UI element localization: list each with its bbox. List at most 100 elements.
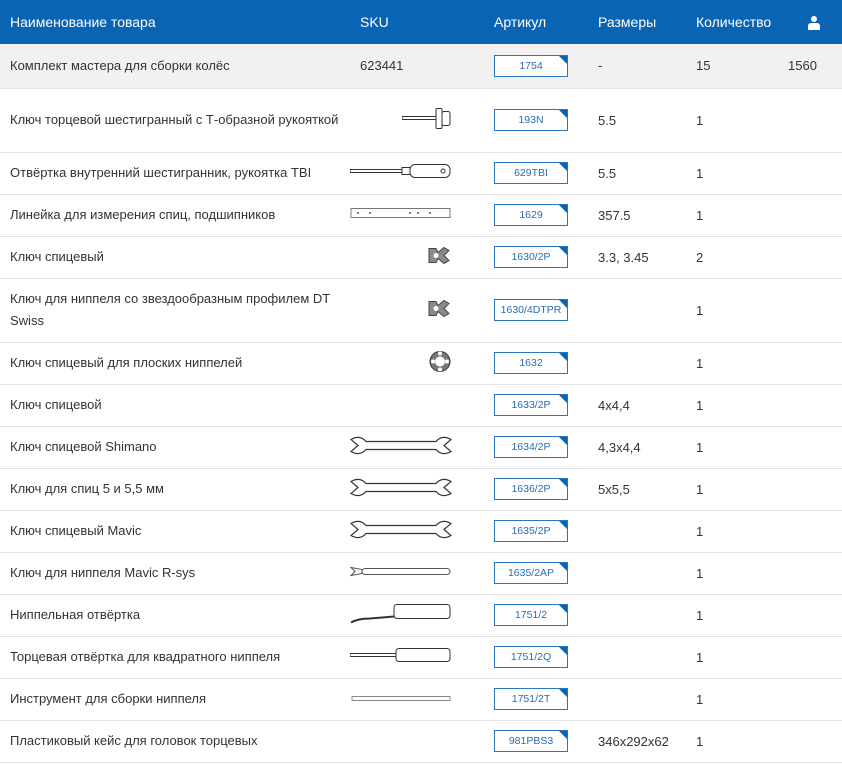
product-quantity: 1 bbox=[696, 733, 704, 749]
article-link[interactable]: 629TBI bbox=[494, 162, 568, 184]
product-article: 1635/2AP bbox=[484, 552, 588, 594]
corner-marker-icon bbox=[559, 605, 567, 613]
table-row: Ключ спицевый 1630/2P 3.3, 3.45 2 bbox=[0, 236, 842, 278]
product-quantity: 1 bbox=[696, 165, 704, 181]
corner-marker-icon bbox=[559, 395, 567, 403]
product-name: Ключ для ниппеля Mavic R-sys bbox=[10, 565, 196, 580]
product-name: Отвёртка внутренний шестигранник, рукоят… bbox=[10, 165, 312, 180]
product-size bbox=[588, 678, 686, 720]
article-code: 1636/2P bbox=[511, 483, 551, 495]
product-quantity: 1 bbox=[696, 565, 704, 581]
table-row: Ключ для ниппеля Mavic R-sys 1635/2AP 1 bbox=[0, 552, 842, 594]
corner-marker-icon bbox=[559, 300, 567, 308]
header-size[interactable]: Размеры bbox=[588, 0, 686, 44]
product-name: Линейка для измерения спиц, подшипников bbox=[10, 207, 276, 222]
thin-rod-icon bbox=[350, 692, 452, 707]
sku-value: 623441 bbox=[360, 58, 404, 74]
product-article: 1754 bbox=[484, 44, 588, 88]
product-sku bbox=[349, 636, 484, 678]
corner-marker-icon bbox=[559, 55, 567, 64]
article-link[interactable]: 1629 bbox=[494, 204, 568, 226]
product-quantity: 1 bbox=[696, 207, 704, 223]
header-sku[interactable]: SKU bbox=[350, 0, 484, 44]
product-sku bbox=[350, 384, 484, 426]
products-table: Наименование товара SKU Артикул Размеры … bbox=[0, 0, 842, 763]
product-article: 193N bbox=[484, 88, 588, 152]
table-row: Ключ спицевый для плоских ниппелей 1632 1 bbox=[0, 342, 842, 384]
product-sku bbox=[350, 278, 484, 342]
product-article: 981PBS3 bbox=[484, 720, 588, 762]
product-quantity: 1 bbox=[696, 481, 704, 497]
round-spoke-wrench-icon bbox=[428, 350, 452, 377]
product-name: Ключ спицевый для плоских ниппелей bbox=[10, 355, 243, 370]
article-link[interactable]: 1635/2AP bbox=[494, 562, 568, 584]
double-end-wrench-icon bbox=[349, 435, 453, 460]
article-link[interactable]: 981PBS3 bbox=[494, 730, 568, 752]
double-end-wrench-icon bbox=[349, 477, 453, 502]
article-code: 1635/2P bbox=[511, 525, 551, 537]
article-link[interactable]: 1634/2P bbox=[494, 436, 568, 458]
article-link[interactable]: 1751/2 bbox=[494, 604, 568, 626]
article-link[interactable]: 1635/2P bbox=[494, 520, 568, 542]
product-extra bbox=[786, 88, 842, 152]
header-article[interactable]: Артикул bbox=[484, 0, 588, 44]
article-link[interactable]: 1636/2P bbox=[494, 478, 568, 500]
product-extra bbox=[786, 552, 842, 594]
product-extra bbox=[786, 426, 842, 468]
product-article: 629TBI bbox=[484, 152, 588, 194]
product-article: 1634/2P bbox=[484, 426, 588, 468]
corner-marker-icon bbox=[559, 689, 567, 697]
corner-marker-icon bbox=[559, 205, 567, 213]
article-code: 1633/2P bbox=[511, 399, 551, 411]
product-article: 1751/2Q bbox=[484, 636, 588, 678]
product-size bbox=[588, 636, 686, 678]
table-row: Отвёртка внутренний шестигранник, рукоят… bbox=[0, 152, 842, 194]
article-link[interactable]: 1632 bbox=[494, 352, 568, 374]
product-name: Пластиковый кейс для головок торцевых bbox=[10, 733, 258, 748]
product-quantity: 1 bbox=[696, 691, 704, 707]
article-link[interactable]: 1751/2Q bbox=[494, 646, 568, 668]
product-name: Ключ торцевой шестигранный с Т-образной … bbox=[10, 112, 339, 127]
corner-marker-icon bbox=[559, 163, 567, 171]
hex-screwdriver-icon bbox=[349, 162, 452, 185]
product-size: 3.3, 3.45 bbox=[598, 249, 649, 265]
table-row: Ключ спицевой Shimano 1634/2P 4,3x4,4 1 bbox=[0, 426, 842, 468]
product-extra: 1560 bbox=[788, 58, 817, 74]
article-link[interactable]: 1630/2P bbox=[494, 246, 568, 268]
product-extra bbox=[786, 510, 842, 552]
product-sku bbox=[349, 152, 484, 194]
product-sku bbox=[350, 342, 484, 384]
header-quantity[interactable]: Количество bbox=[686, 0, 786, 44]
article-link[interactable]: 1630/4DTPR bbox=[494, 299, 568, 321]
article-link[interactable]: 1751/2T bbox=[494, 688, 568, 710]
product-size: - bbox=[598, 58, 603, 74]
product-size: 357.5 bbox=[598, 207, 631, 223]
article-link[interactable]: 1633/2P bbox=[494, 394, 568, 416]
product-extra bbox=[786, 594, 842, 636]
product-extra bbox=[786, 678, 842, 720]
product-quantity: 1 bbox=[696, 302, 704, 318]
product-size: 4,3x4,4 bbox=[598, 439, 641, 455]
product-quantity: 1 bbox=[696, 397, 704, 413]
header-name[interactable]: Наименование товара bbox=[0, 0, 350, 44]
table-row: Инструмент для сборки ниппеля 1751/2T 1 bbox=[0, 678, 842, 720]
article-link[interactable]: 1754 bbox=[494, 54, 568, 77]
product-name: Инструмент для сборки ниппеля bbox=[10, 691, 207, 706]
article-code: 1630/2P bbox=[511, 251, 551, 263]
table-row: Пластиковый кейс для головок торцевых 981… bbox=[0, 720, 842, 762]
article-link[interactable]: 193N bbox=[494, 109, 568, 131]
corner-marker-icon bbox=[559, 647, 567, 655]
user-icon bbox=[808, 16, 820, 31]
product-sku bbox=[350, 88, 484, 152]
product-size: 5.5 bbox=[598, 112, 617, 128]
corner-marker-icon bbox=[559, 437, 567, 445]
table-body: Комплект мастера для сборки колёс 623441 1… bbox=[0, 44, 842, 762]
table-row: Ключ спицевой 1633/2P 4x4,4 1 bbox=[0, 384, 842, 426]
spoke-wrench-icon bbox=[426, 245, 452, 270]
product-name: Ключ спицевой Shimano bbox=[10, 439, 157, 454]
header-user bbox=[786, 0, 842, 44]
article-code: 1635/2AP bbox=[507, 567, 555, 579]
product-sku bbox=[349, 468, 484, 510]
article-code: 1632 bbox=[519, 357, 543, 369]
product-extra bbox=[786, 278, 842, 342]
